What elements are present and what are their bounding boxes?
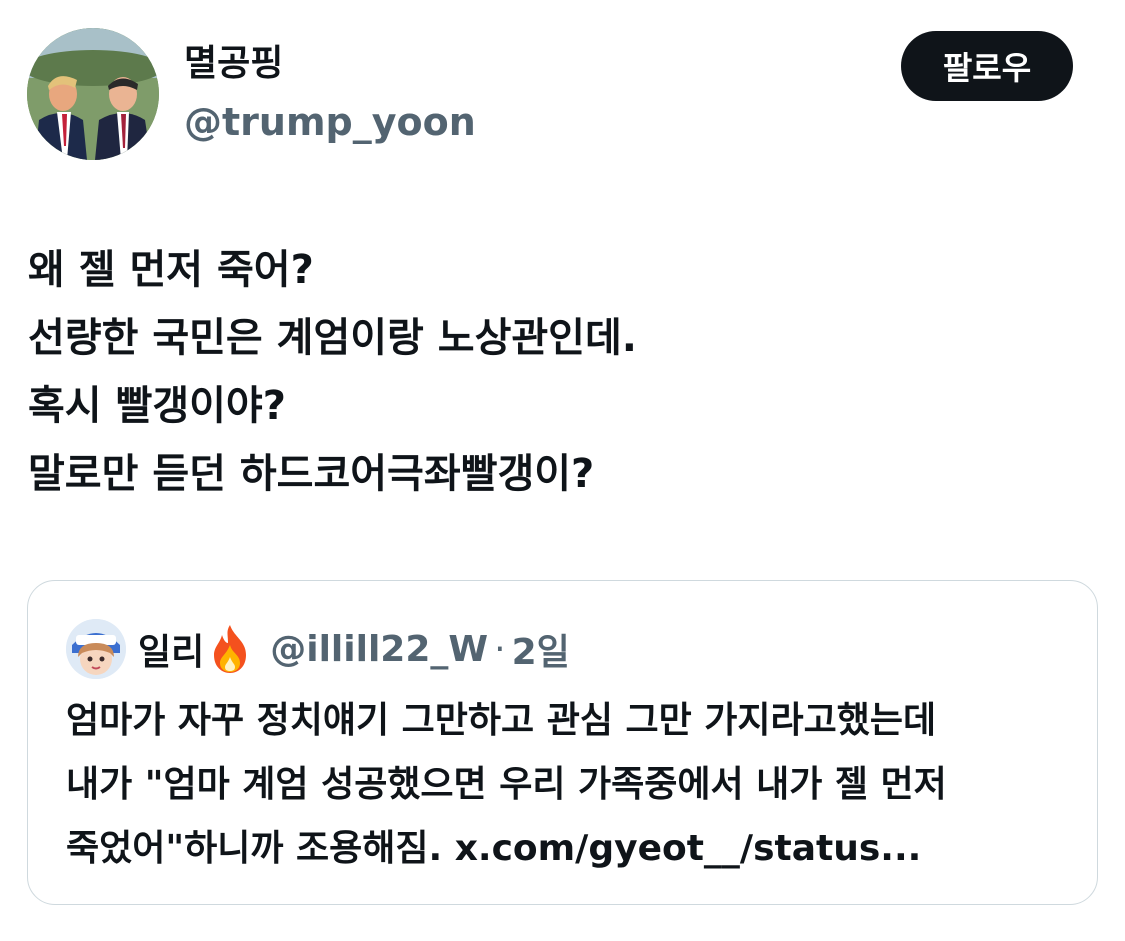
quote-handle[interactable]: @illill22_W <box>270 629 488 670</box>
tweet-line: 말로만 듣던 하드코어극좌빨갱이? <box>28 451 595 497</box>
tweet-line: 선량한 국민은 계엄이랑 노상관인데. <box>28 315 637 361</box>
quote-text: 엄마가 자꾸 정치얘기 그만하고 관심 그만 가지라고했는데 내가 "엄마 계엄… <box>66 689 1076 881</box>
quote-tweet-card[interactable]: 일리 @illill22_W · 2일 엄마가 자꾸 정치얘기 그만하고 관심 … <box>27 580 1098 905</box>
author-avatar[interactable] <box>27 28 159 160</box>
profile-photo-icon <box>27 28 159 160</box>
quote-line: 죽었어"하니까 조용해짐. x.com/gyeot__/status... <box>66 828 922 869</box>
tweet-line: 왜 젤 먼저 죽어? <box>28 247 314 293</box>
tweet-text: 왜 젤 먼저 죽어? 선량한 국민은 계엄이랑 노상관인데. 혹시 빨갱이야? … <box>28 236 1098 508</box>
cartoon-avatar-icon <box>66 619 126 679</box>
quote-timestamp[interactable]: 2일 <box>512 623 570 675</box>
quote-display-name[interactable]: 일리 <box>138 623 204 675</box>
fire-icon <box>214 625 247 673</box>
quote-author-avatar[interactable] <box>66 619 126 679</box>
author-display-name[interactable]: 멸공핑 <box>184 40 283 88</box>
quote-line: 내가 "엄마 계엄 성공했으면 우리 가족중에서 내가 젤 먼저 <box>66 764 947 805</box>
quote-header: 일리 @illill22_W · 2일 <box>66 617 570 681</box>
author-handle[interactable]: @trump_yoon <box>184 98 476 146</box>
quote-separator: · <box>494 628 506 670</box>
follow-button[interactable]: 팔로우 <box>901 31 1073 101</box>
quote-line: 엄마가 자꾸 정치얘기 그만하고 관심 그만 가지라고했는데 <box>66 700 937 741</box>
tweet-line: 혹시 빨갱이야? <box>28 383 286 429</box>
